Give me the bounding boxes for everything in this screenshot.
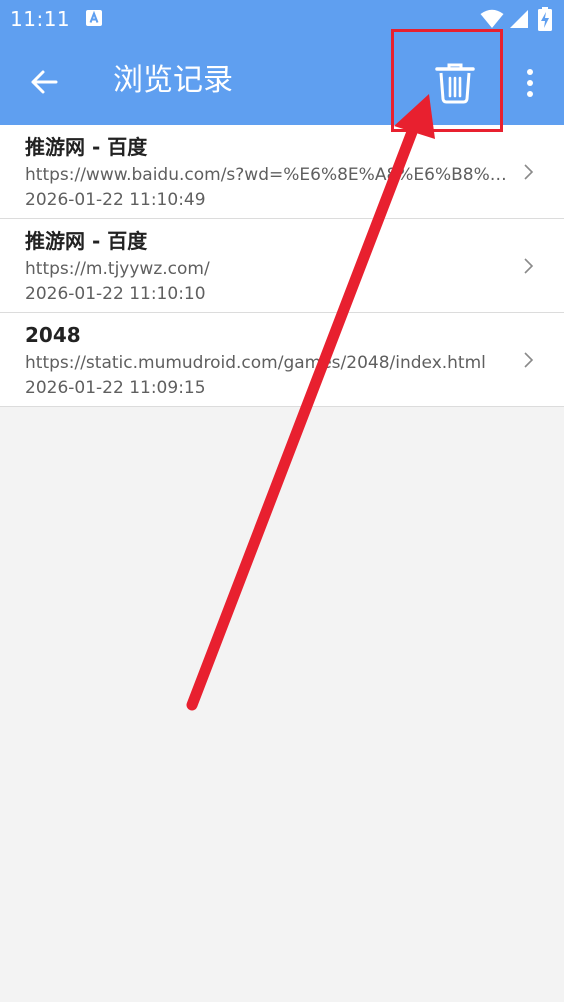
- signal-icon: [510, 10, 528, 28]
- a-notification-icon: [86, 10, 102, 26]
- history-item[interactable]: 2048 https://static.mumudroid.com/games/…: [0, 313, 564, 407]
- history-item-url: https://static.mumudroid.com/games/2048/…: [25, 353, 486, 373]
- status-time: 11:11: [10, 7, 71, 31]
- history-item-title: 推游网 - 百度: [25, 135, 148, 159]
- history-item-time: 2026-01-22 11:10:49: [25, 190, 206, 210]
- status-bar: 11:11: [0, 0, 564, 38]
- trash-icon: [435, 63, 475, 104]
- history-item-title: 2048: [25, 323, 81, 347]
- page-title: 浏览记录: [113, 63, 233, 98]
- history-item-time: 2026-01-22 11:10:10: [25, 284, 206, 304]
- battery-charging-icon: [538, 7, 552, 31]
- history-list: 推游网 - 百度 https://www.baidu.com/s?wd=%E6%…: [0, 125, 564, 407]
- chevron-right-icon: [524, 352, 534, 368]
- chevron-right-icon: [524, 258, 534, 274]
- back-button[interactable]: [14, 52, 74, 112]
- more-vert-icon: [527, 69, 533, 97]
- app-bar: 浏览记录: [0, 38, 564, 125]
- history-item-title: 推游网 - 百度: [25, 229, 148, 253]
- back-arrow-icon: [31, 70, 58, 94]
- more-options-button[interactable]: [510, 58, 550, 108]
- history-item-url: https://www.baidu.com/s?wd=%E6%8E%A8%E6%…: [25, 165, 509, 185]
- delete-history-button[interactable]: [424, 52, 486, 114]
- history-item-url: https://m.tjyywz.com/: [25, 259, 210, 279]
- history-item[interactable]: 推游网 - 百度 https://www.baidu.com/s?wd=%E6%…: [0, 125, 564, 219]
- history-item[interactable]: 推游网 - 百度 https://m.tjyywz.com/ 2026-01-2…: [0, 219, 564, 313]
- wifi-icon: [480, 9, 504, 28]
- chevron-right-icon: [524, 164, 534, 180]
- history-item-time: 2026-01-22 11:09:15: [25, 378, 206, 398]
